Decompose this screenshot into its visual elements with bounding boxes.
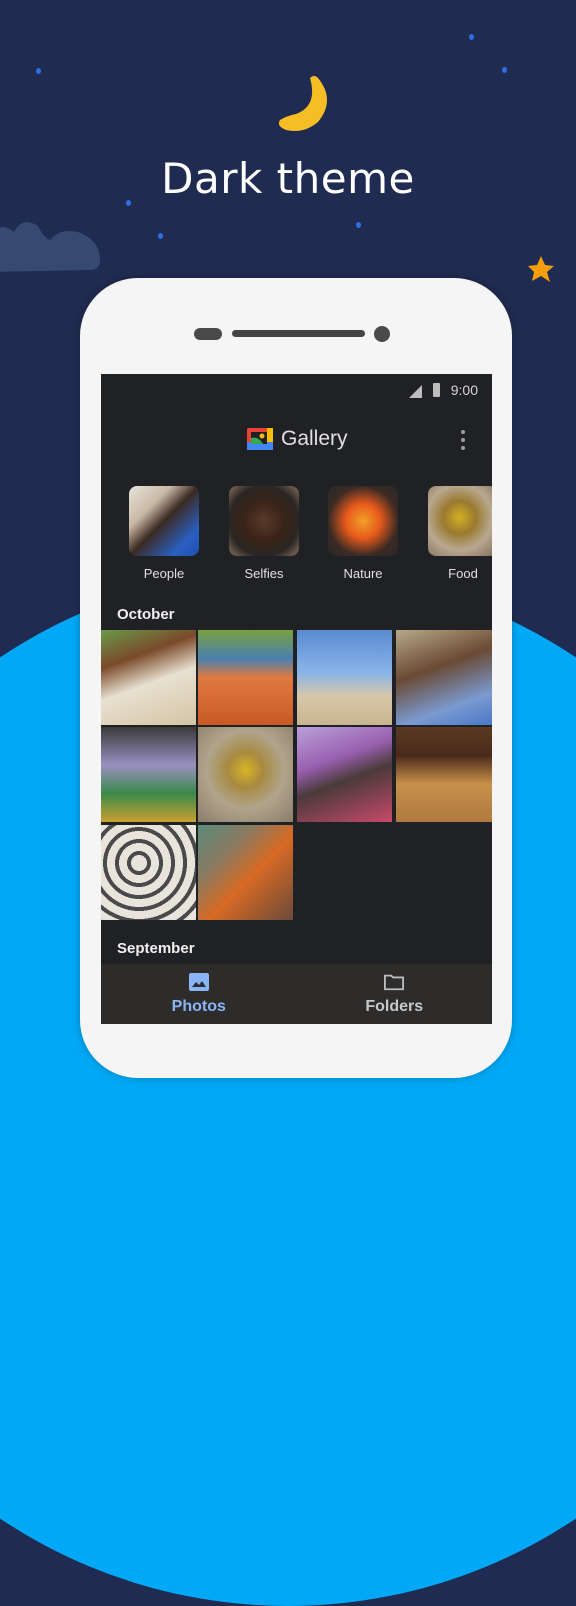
- photo-tile[interactable]: [297, 727, 392, 822]
- battery-icon: [433, 383, 440, 397]
- cloud-icon: [0, 222, 100, 272]
- section-label-october: October: [117, 606, 175, 623]
- album-nature[interactable]: Nature: [328, 486, 398, 581]
- status-time: 9:00: [450, 382, 478, 398]
- album-thumb: [229, 486, 299, 556]
- star-dot: [158, 233, 163, 239]
- album-row: People Selfies Nature Food: [101, 486, 492, 586]
- photo-tile[interactable]: [198, 825, 293, 920]
- album-label: People: [143, 566, 185, 581]
- status-bar: 9:00: [101, 374, 492, 406]
- bottom-nav: Photos Folders: [101, 964, 492, 1024]
- moon-icon: [278, 76, 327, 131]
- photo-tile[interactable]: [101, 630, 196, 725]
- speaker: [232, 330, 365, 337]
- album-thumb: [428, 486, 492, 556]
- photo-tile[interactable]: [101, 825, 196, 920]
- album-selfies[interactable]: Selfies: [229, 486, 299, 581]
- front-camera: [374, 326, 390, 342]
- sensor: [194, 328, 222, 340]
- gallery-logo-icon: [247, 428, 273, 450]
- nav-folders[interactable]: Folders: [297, 964, 493, 1024]
- star-dot: [356, 222, 361, 228]
- album-food[interactable]: Food: [428, 486, 492, 581]
- folder-icon: [384, 974, 405, 991]
- star-dot: [469, 34, 474, 40]
- more-vert-icon[interactable]: [460, 430, 466, 450]
- nav-photos[interactable]: Photos: [101, 964, 297, 1024]
- star-dot: [502, 67, 507, 73]
- nav-label: Folders: [365, 998, 424, 1015]
- photo-tile[interactable]: [297, 630, 392, 725]
- star-dot: [36, 68, 41, 74]
- phone-screen: 9:00 Gallery People Selfies Nature Food …: [101, 374, 492, 1024]
- nav-label: Photos: [171, 998, 226, 1015]
- star-icon: [528, 256, 554, 282]
- photo-tile[interactable]: [396, 630, 492, 725]
- photo-tile[interactable]: [396, 727, 492, 822]
- section-label-september: September: [117, 940, 195, 957]
- photo-tile[interactable]: [101, 727, 196, 822]
- album-label: Selfies: [244, 566, 284, 581]
- app-bar: Gallery: [101, 418, 492, 462]
- photo-tile[interactable]: [198, 727, 293, 822]
- album-thumb: [129, 486, 199, 556]
- cell-signal-icon: [409, 385, 422, 398]
- hero-title: Dark theme: [161, 154, 415, 203]
- album-people[interactable]: People: [129, 486, 199, 581]
- app-title: Gallery: [281, 427, 348, 450]
- photo-tile[interactable]: [198, 630, 293, 725]
- album-label: Food: [448, 566, 478, 581]
- photo-icon: [188, 973, 209, 991]
- album-thumb: [328, 486, 398, 556]
- album-label: Nature: [343, 566, 383, 581]
